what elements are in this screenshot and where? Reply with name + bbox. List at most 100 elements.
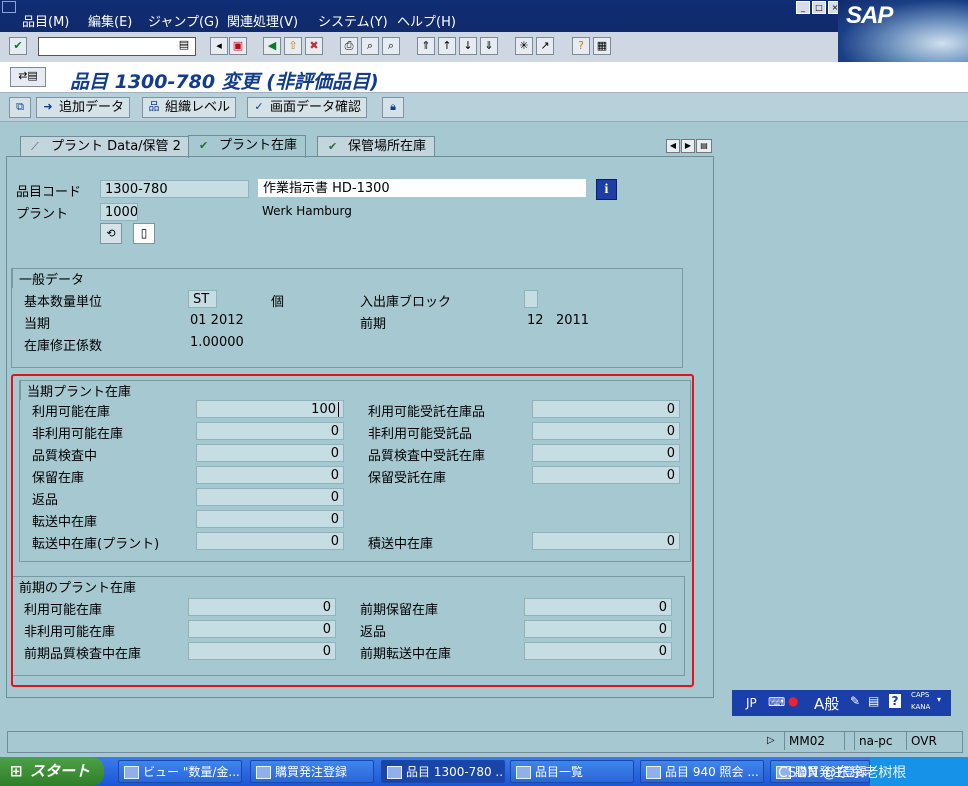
switch-icon[interactable]: ⟲ (100, 223, 122, 244)
tab-plant-data-storage-2[interactable]: ⟋ プラント Data/保管 2 (20, 136, 190, 157)
title-bar: ⇄▤ 品目 1300-780 変更 (非評価品目) (0, 62, 968, 93)
create-session-icon[interactable]: ✳ (515, 37, 533, 55)
input-mode[interactable]: A般 (814, 693, 839, 714)
find-next-icon[interactable]: ⌕ (382, 37, 400, 55)
start-button[interactable]: ⊞ スタート (0, 757, 104, 786)
window-icon (124, 766, 139, 779)
keyboard-icon[interactable]: ⌨ (768, 695, 785, 709)
page-title: 品目 1300-780 変更 (非評価品目) (70, 71, 379, 93)
ime-help-icon[interactable]: ? (889, 694, 901, 708)
command-field[interactable] (38, 37, 196, 56)
taskbar-item[interactable]: ビュー "数量/金... (118, 760, 242, 783)
menu-item-environment[interactable]: 関連処理(V) (227, 11, 298, 30)
watermark: CSDN @东京老树根 (778, 765, 907, 781)
status-expand-icon[interactable]: ▷ (767, 732, 775, 750)
previous-period-label: 前期 (360, 317, 387, 332)
help-icon[interactable]: ? (572, 37, 590, 55)
posting-block-checkbox (524, 290, 538, 308)
stock-factor-value: 1.00000 (190, 335, 244, 350)
language-bar: JP ⌨ ● A般 ✎ ▤ ? CAPS KANA ▾ (732, 690, 951, 716)
application-toolbar: ⧉ ➜ 追加データ 品組織レベル ✓ 画面データ確認 🔒︎ (0, 93, 968, 122)
tab-check-icon: ✔ (199, 139, 209, 152)
tab-storage-location-stock[interactable]: ✔ 保管場所在庫 (317, 136, 436, 157)
first-page-icon[interactable]: ⇑ (417, 37, 435, 55)
menu-item-edit[interactable]: 編集(E) (88, 11, 132, 30)
next-page-icon[interactable]: ↓ (459, 37, 477, 55)
plant-description: Werk Hamburg (262, 204, 352, 218)
document-icon[interactable]: ▯ (133, 223, 155, 244)
highlight-box (11, 374, 694, 687)
plant-label: プラント (16, 207, 69, 222)
views-button[interactable]: ⧉ (9, 97, 31, 118)
menu-item-system[interactable]: システム(Y) (318, 11, 388, 30)
tab-check-icon: ✔ (328, 140, 338, 153)
arrow-right-icon: ➜ (43, 100, 53, 113)
tab-list-icon[interactable]: ▤ (696, 139, 712, 153)
save-icon[interactable]: ▣ (229, 37, 247, 55)
find-icon[interactable]: ⌕ (361, 37, 379, 55)
maximize-button[interactable]: □ (812, 1, 826, 14)
print-icon[interactable]: ⎙ (340, 37, 358, 55)
window-icon (646, 766, 661, 779)
ime-tools-icon[interactable]: ▤ (868, 694, 879, 708)
minimize-button[interactable]: _ (796, 1, 810, 14)
command-history-icon[interactable]: ▤ (178, 37, 190, 53)
lock-icon: 🔒︎ (390, 100, 396, 113)
org-levels-button[interactable]: 品組織レベル (142, 97, 237, 118)
previous-period-value: 12 2011 (527, 313, 590, 328)
current-period-label: 当期 (24, 317, 51, 332)
posting-block-label: 入出庫ブロック (360, 295, 452, 310)
tab-arrow-icon: ⟋ (31, 140, 39, 153)
ime-options-icon[interactable]: ▾ (937, 695, 941, 704)
tab-plant-stock[interactable]: ✔ プラント在庫 (188, 135, 307, 158)
insert-mode: OVR (906, 732, 941, 750)
last-page-icon[interactable]: ⇓ (480, 37, 498, 55)
window-icon (256, 766, 271, 779)
lock-button[interactable]: 🔒︎ (382, 97, 404, 118)
cancel-icon[interactable]: ✖ (305, 37, 323, 55)
tab-scroll-left-icon[interactable]: ◀ (666, 139, 680, 153)
window-icon[interactable] (2, 1, 16, 13)
stock-factor-label: 在庫修正係数 (24, 339, 103, 354)
hierarchy-icon: 品 (148, 100, 160, 113)
enter-icon[interactable]: ✔ (9, 37, 27, 55)
exit-icon[interactable]: ⇧ (284, 37, 302, 55)
ime-icon[interactable]: ● (788, 694, 798, 708)
taskbar-item[interactable]: 品目 940 照会 ... (640, 760, 764, 783)
window-icon (387, 766, 402, 779)
menu-item-help[interactable]: ヘルプ(H) (397, 11, 456, 30)
shortcut-icon[interactable]: ↗ (536, 37, 554, 55)
sap-logo: SAP (838, 0, 968, 62)
status-toggle[interactable] (844, 732, 851, 750)
layout-menu-icon[interactable]: ▦ (593, 37, 611, 55)
material-field: 1300-780 (100, 180, 249, 198)
base-unit-label: 基本数量単位 (24, 295, 103, 310)
back-icon[interactable]: ◀ (263, 37, 281, 55)
windows-logo-icon: ⊞ (10, 762, 23, 780)
current-period-value: 01 2012 (190, 313, 244, 328)
info-icon[interactable]: i (596, 179, 617, 200)
additional-data-button[interactable]: ➜ 追加データ (36, 97, 131, 118)
general-data-title: 一般データ (12, 268, 99, 288)
status-bar: ▷ MM02 na-pc OVR (7, 731, 963, 753)
taskbar-item[interactable]: 品目 1300-780 ... (381, 760, 505, 783)
window-icon (516, 766, 531, 779)
back-arrow-icon[interactable]: ◂ (210, 37, 228, 55)
display-change-icon[interactable]: ⇄▤ (10, 67, 46, 87)
base-unit-field: ST (188, 290, 217, 308)
previous-page-icon[interactable]: ↑ (438, 37, 456, 55)
menu-item-goto[interactable]: ジャンプ(G) (148, 11, 219, 30)
menu-item-material[interactable]: 品目(M) (22, 11, 69, 30)
check-screen-data-button[interactable]: ✓ 画面データ確認 (247, 97, 368, 118)
material-description-field[interactable]: 作業指示書 HD-1300 (258, 179, 586, 197)
taskbar-item[interactable]: 品目一覧 (510, 760, 634, 783)
ime-pad-icon[interactable]: ✎ (850, 694, 860, 708)
language-indicator[interactable]: JP (746, 696, 757, 710)
caps-indicator: CAPS (911, 691, 930, 699)
base-unit-text: 個 (271, 295, 285, 310)
tab-scroll-right-icon[interactable]: ▶ (681, 139, 695, 153)
material-label: 品目コード (16, 185, 82, 200)
taskbar-item[interactable]: 購買発注登録 (250, 760, 374, 783)
kana-indicator: KANA (911, 703, 931, 711)
standard-toolbar: ✔ ▤ ◂ ▣ ◀ ⇧ ✖ ⎙ ⌕ ⌕ ⇑ ↑ ↓ ⇓ ✳ ↗ ? ▦ (0, 32, 838, 63)
